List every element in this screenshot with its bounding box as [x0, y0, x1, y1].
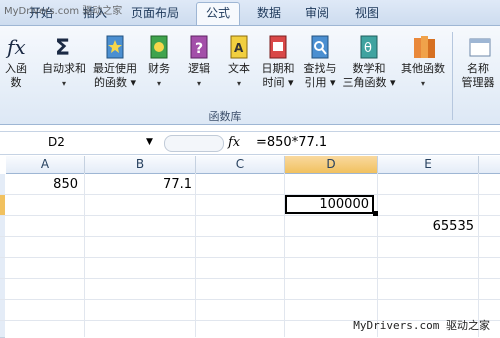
gridline: [195, 173, 196, 337]
theta-book-icon: θ: [358, 34, 380, 60]
insert-function-icon[interactable]: fx: [228, 133, 240, 153]
recent-functions-button[interactable]: 最近使用 的函数 ▾: [92, 34, 138, 90]
sigma-icon: Σ: [53, 34, 75, 61]
group-label-function-library: 函数库: [208, 110, 242, 123]
question-book-icon: ?: [188, 34, 210, 60]
ribbon-tabs: 开始 插入 页面布局 公式 数据 审阅 视图 MyDrivers.com 驱动之…: [0, 0, 500, 26]
column-header-f[interactable]: [479, 156, 500, 174]
gridline: [0, 215, 500, 216]
column-header-a[interactable]: A: [6, 156, 85, 174]
row-header-4[interactable]: [0, 216, 5, 237]
row-header-8[interactable]: [0, 300, 5, 321]
column-header-e[interactable]: E: [378, 156, 479, 174]
calendar-book-icon: [267, 34, 289, 60]
text-button[interactable]: A 文本 ▾: [224, 34, 254, 91]
column-header-d[interactable]: D: [285, 156, 378, 174]
star-book-icon: [104, 34, 126, 60]
autosum-button[interactable]: Σ 自动求和 ▾: [40, 34, 88, 91]
logical-button[interactable]: ? 逻辑 ▾: [184, 34, 214, 91]
svg-text:Σ: Σ: [55, 36, 70, 60]
watermark-footer: MyDrivers.com 驱动之家: [353, 319, 490, 332]
name-box[interactable]: D2 ▼: [0, 132, 158, 153]
gridline: [0, 299, 500, 300]
lookup-reference-button[interactable]: 查找与 引用 ▾: [300, 34, 340, 90]
row-header-5[interactable]: [0, 237, 5, 258]
money-book-icon: [148, 34, 170, 60]
math-trig-button[interactable]: θ 数学和 三角函数 ▾: [340, 34, 398, 90]
tab-view[interactable]: 视图: [352, 3, 382, 23]
formula-bar: D2 ▼ fx =850*77.1: [0, 131, 500, 155]
cell-d3-selected[interactable]: 100000: [285, 195, 374, 214]
gridline: [377, 173, 378, 337]
tab-formulas[interactable]: 公式: [196, 2, 240, 25]
cell-b2[interactable]: 77.1: [90, 177, 192, 192]
svg-text:θ: θ: [364, 41, 372, 56]
tab-page-layout[interactable]: 页面布局: [126, 3, 184, 23]
formula-input[interactable]: =850*77.1: [256, 132, 327, 153]
gridline: [0, 257, 500, 258]
svg-text:fx: fx: [5, 35, 26, 59]
insert-function-button[interactable]: fx 入函数: [0, 34, 32, 90]
row-header-7[interactable]: [0, 279, 5, 300]
magnifier-book-icon: [309, 34, 331, 60]
ribbon-separator: [452, 32, 453, 120]
row-header-3[interactable]: [0, 195, 5, 216]
fx-icon: fx: [5, 34, 27, 60]
svg-text:?: ?: [195, 41, 203, 57]
cell-e4[interactable]: 65535: [380, 219, 474, 234]
gridline: [478, 173, 479, 337]
ribbon-formulas: fx 入函数 Σ 自动求和 ▾ 最近使用 的函数 ▾ 财务 ▾ ? 逻辑 ▾ A…: [0, 26, 500, 125]
text-book-icon: A: [228, 34, 250, 60]
tab-data[interactable]: 数据: [254, 3, 284, 23]
books-icon: [412, 34, 435, 60]
row-header-2[interactable]: [0, 174, 5, 195]
cell-a2[interactable]: 850: [10, 177, 78, 192]
tab-review[interactable]: 审阅: [302, 3, 332, 23]
gridline: [0, 278, 500, 279]
financial-button[interactable]: 财务 ▾: [144, 34, 174, 91]
formula-bar-splitter[interactable]: [164, 135, 224, 152]
svg-text:A: A: [234, 41, 244, 55]
more-functions-button[interactable]: 其他函数 ▾: [398, 34, 448, 91]
fill-handle[interactable]: [373, 211, 378, 216]
column-header-b[interactable]: B: [85, 156, 196, 174]
date-time-button[interactable]: 日期和 时间 ▾: [258, 34, 298, 90]
column-header-c[interactable]: C: [196, 156, 285, 174]
row-header-9[interactable]: [0, 321, 5, 338]
row-header-6[interactable]: [0, 258, 5, 279]
name-manager-icon: [467, 34, 491, 60]
worksheet-grid[interactable]: A B C D E 850 77.1 100000 65535: [0, 156, 500, 338]
name-manager-button[interactable]: 名称 管理器: [456, 34, 500, 90]
watermark-top: MyDrivers.com 驱动之家: [4, 6, 123, 17]
gridline: [84, 173, 85, 337]
gridline: [0, 194, 500, 195]
gridline: [0, 236, 500, 237]
name-box-dropdown-icon[interactable]: ▼: [146, 132, 153, 153]
